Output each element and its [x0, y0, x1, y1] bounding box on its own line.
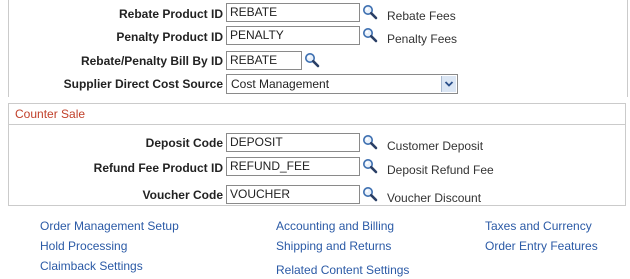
magnifier-icon[interactable] — [362, 134, 378, 150]
magnifier-icon[interactable] — [362, 158, 378, 174]
supplier-direct-cost-select[interactable]: Cost Management — [226, 74, 458, 94]
link-order-management-setup[interactable]: Order Management Setup — [40, 219, 179, 233]
deposit-code-label: Deposit Code — [145, 136, 223, 150]
magnifier-icon[interactable] — [304, 52, 320, 68]
voucher-code-input[interactable]: VOUCHER — [226, 185, 360, 204]
supplier-direct-cost-selected: Cost Management — [231, 77, 330, 91]
refund-fee-product-description: Deposit Refund Fee — [387, 163, 494, 177]
chevron-down-icon[interactable] — [441, 76, 456, 92]
rebate-product-label: Rebate Product ID — [118, 7, 223, 21]
magnifier-icon[interactable] — [362, 4, 378, 20]
link-hold-processing[interactable]: Hold Processing — [40, 239, 127, 253]
link-related-content-settings[interactable]: Related Content Settings — [276, 263, 409, 277]
counter-sale-title: Counter Sale — [9, 104, 625, 125]
magnifier-icon[interactable] — [362, 186, 378, 202]
link-accounting-and-billing[interactable]: Accounting and Billing — [276, 219, 394, 233]
supplier-direct-cost-label: Supplier Direct Cost Source — [63, 77, 223, 91]
rebate-penalty-bill-input[interactable]: REBATE — [226, 51, 302, 70]
magnifier-icon[interactable] — [362, 27, 378, 43]
refund-fee-product-input[interactable]: REFUND_FEE — [226, 157, 360, 176]
refund-fee-product-label: Refund Fee Product ID — [93, 161, 223, 175]
deposit-code-input[interactable]: DEPOSIT — [226, 133, 360, 152]
rebate-product-description: Rebate Fees — [387, 9, 456, 23]
voucher-code-label: Voucher Code — [142, 188, 223, 202]
penalty-product-description: Penalty Fees — [387, 32, 458, 46]
link-claimback-settings[interactable]: Claimback Settings — [40, 259, 143, 273]
rebate-product-input[interactable]: REBATE — [226, 3, 360, 22]
link-taxes-and-currency[interactable]: Taxes and Currency — [485, 219, 592, 233]
link-shipping-and-returns[interactable]: Shipping and Returns — [276, 239, 391, 253]
penalty-product-label: Penalty Product ID — [116, 30, 223, 44]
voucher-code-description: Voucher Discount — [387, 191, 482, 205]
link-order-entry-features[interactable]: Order Entry Features — [485, 239, 598, 253]
penalty-product-input[interactable]: PENALTY — [226, 26, 360, 45]
deposit-code-description: Customer Deposit — [387, 139, 484, 153]
rebate-penalty-bill-label: Rebate/Penalty Bill By ID — [80, 54, 223, 68]
